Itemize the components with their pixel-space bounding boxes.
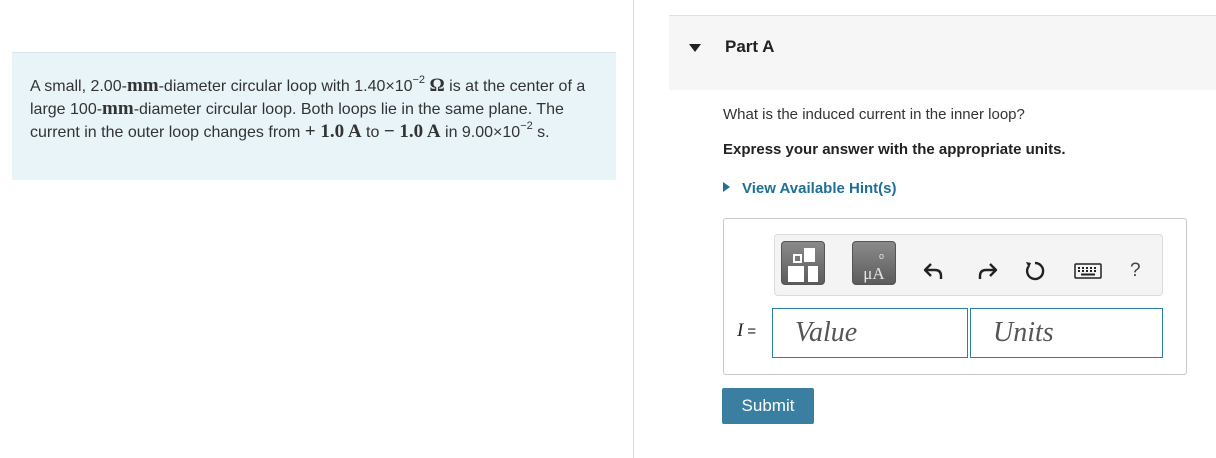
problem-text: -diameter circular loop with 1.40×10 (158, 78, 413, 95)
hint-label: View Available Hint(s) (742, 180, 897, 197)
problem-text: s. (532, 124, 550, 141)
exponent: −2 (412, 74, 426, 86)
problem-text: A small, 2.00- (30, 78, 127, 95)
redo-icon[interactable] (975, 259, 999, 283)
instruction-text: Express your answer with the appropriate… (723, 141, 1066, 158)
undo-icon[interactable] (922, 259, 946, 283)
unit-mm: mm (102, 98, 134, 119)
units-icon[interactable]: o μA (852, 241, 896, 285)
panel-divider (633, 0, 634, 458)
math-toolbar (774, 234, 1163, 296)
current-from: + 1.0 A (304, 121, 362, 142)
ohm-symbol: Ω (429, 75, 445, 96)
current-to: − 1.0 A (383, 121, 441, 142)
problem-statement: A small, 2.00-mm-diameter circular loop … (12, 52, 616, 180)
question-text: What is the induced current in the inner… (723, 106, 1025, 123)
submit-button[interactable]: Submit (722, 388, 814, 424)
help-icon[interactable]: ? (1130, 260, 1141, 282)
exponent: −2 (520, 120, 533, 132)
view-hints-link[interactable]: View Available Hint(s) (723, 180, 897, 197)
collapse-caret-icon[interactable] (689, 44, 701, 52)
unit-mm: mm (126, 75, 159, 96)
part-title: Part A (725, 37, 775, 56)
keyboard-icon[interactable] (1074, 259, 1102, 283)
templates-icon[interactable] (781, 241, 825, 285)
caret-right-icon (723, 182, 730, 192)
part-header: Part A (669, 15, 1216, 90)
answer-variable-label: I = (737, 320, 757, 341)
reset-icon[interactable] (1023, 259, 1047, 283)
problem-text: to (361, 124, 384, 141)
units-input[interactable] (970, 308, 1163, 358)
problem-text: in 9.00×10 (440, 124, 521, 141)
value-input[interactable] (772, 308, 968, 358)
units-symbol: μA (863, 264, 885, 283)
